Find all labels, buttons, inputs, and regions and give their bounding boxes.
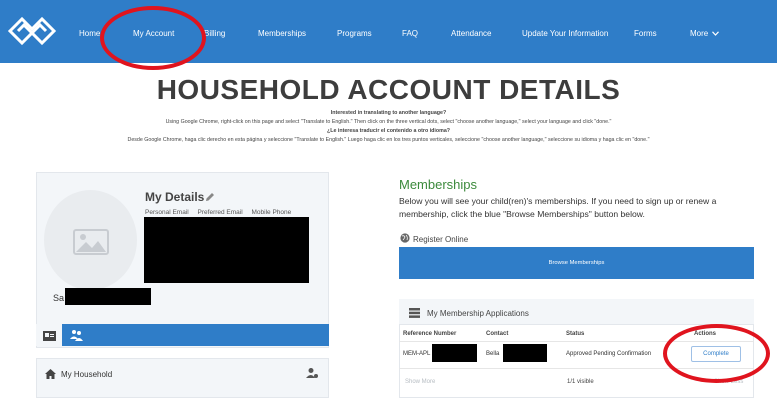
- label-personal-email: Personal Email: [145, 209, 189, 216]
- tab-users-icon[interactable]: [70, 329, 83, 341]
- home-icon: [45, 369, 56, 379]
- cell-reference-number: MEM-APL: [403, 351, 431, 357]
- chevron-down-icon: [712, 31, 720, 37]
- show-less-link[interactable]: Show Less: [714, 379, 743, 385]
- table-header-divider: [399, 341, 754, 342]
- cell-contact: Bella: [486, 351, 500, 357]
- translate-instructions-en: Using Google Chrome, right-click on this…: [165, 119, 612, 125]
- col-header-actions: Actions: [694, 331, 717, 337]
- col-header-contact: Contact: [486, 331, 509, 337]
- member-name: Sa: [53, 293, 65, 303]
- page-title: HOUSEHOLD ACCOUNT DETAILS: [156, 74, 621, 105]
- nav-my-account[interactable]: My Account: [133, 29, 174, 38]
- globe-icon: [400, 233, 410, 243]
- nav-more-label: More: [690, 29, 709, 38]
- nav-update-info[interactable]: Update Your Information: [522, 29, 608, 38]
- label-preferred-email: Preferred Email: [197, 209, 243, 216]
- nav-programs[interactable]: Programs: [337, 29, 372, 38]
- nav-billing[interactable]: Billing: [204, 29, 225, 38]
- translate-heading-es: ¿Le interesa traducir el contenido a otr…: [326, 128, 451, 134]
- col-header-reference: Reference Number: [403, 331, 457, 337]
- memberships-title: Memberships: [399, 177, 478, 192]
- nav-faq[interactable]: FAQ: [402, 29, 418, 38]
- image-placeholder-icon: [73, 229, 109, 255]
- nav-attendance[interactable]: Attendance: [451, 29, 491, 38]
- stack-icon: [409, 308, 420, 318]
- cell-status: Approved Pending Confirmation: [566, 351, 652, 357]
- membership-applications-title: My Membership Applications: [427, 309, 529, 318]
- translate-instructions-es: Desde Google Chrome, haga clic derecho e…: [127, 137, 650, 143]
- nav-home[interactable]: Home: [79, 29, 100, 38]
- label-mobile-phone: Mobile Phone: [251, 209, 292, 216]
- redacted-contact-name: [503, 344, 547, 362]
- nav-memberships[interactable]: Memberships: [258, 29, 306, 38]
- browse-memberships-button[interactable]: Browse Memberships: [399, 247, 754, 279]
- id-card-icon: [43, 331, 56, 341]
- complete-button[interactable]: Complete: [691, 346, 741, 362]
- details-field-labels: Personal Email Preferred Email Mobile Ph…: [145, 209, 298, 216]
- nav-forms[interactable]: Forms: [634, 29, 657, 38]
- my-household-label: My Household: [61, 370, 113, 379]
- translate-heading-en: Interested in translating to another lan…: [330, 110, 447, 116]
- top-nav: Home My Account Billing Memberships Prog…: [0, 0, 777, 63]
- visible-count: 1/1 visible: [567, 379, 594, 385]
- redacted-member-name: [65, 288, 151, 305]
- col-header-status: Status: [566, 331, 585, 337]
- nav-more[interactable]: More: [690, 29, 720, 38]
- redacted-reference-number: [432, 344, 477, 362]
- register-online-label: Register Online: [413, 235, 469, 244]
- table-row-divider: [399, 368, 754, 369]
- memberships-description: Below you will see your child(ren)'s mem…: [399, 196, 717, 219]
- show-more-link[interactable]: Show More: [405, 379, 435, 385]
- user-settings-icon[interactable]: [306, 367, 318, 379]
- pencil-icon[interactable]: [205, 192, 215, 202]
- redacted-contact-details: [144, 217, 309, 283]
- my-details-title: My Details: [145, 190, 205, 204]
- club-logo-icon[interactable]: [6, 9, 58, 53]
